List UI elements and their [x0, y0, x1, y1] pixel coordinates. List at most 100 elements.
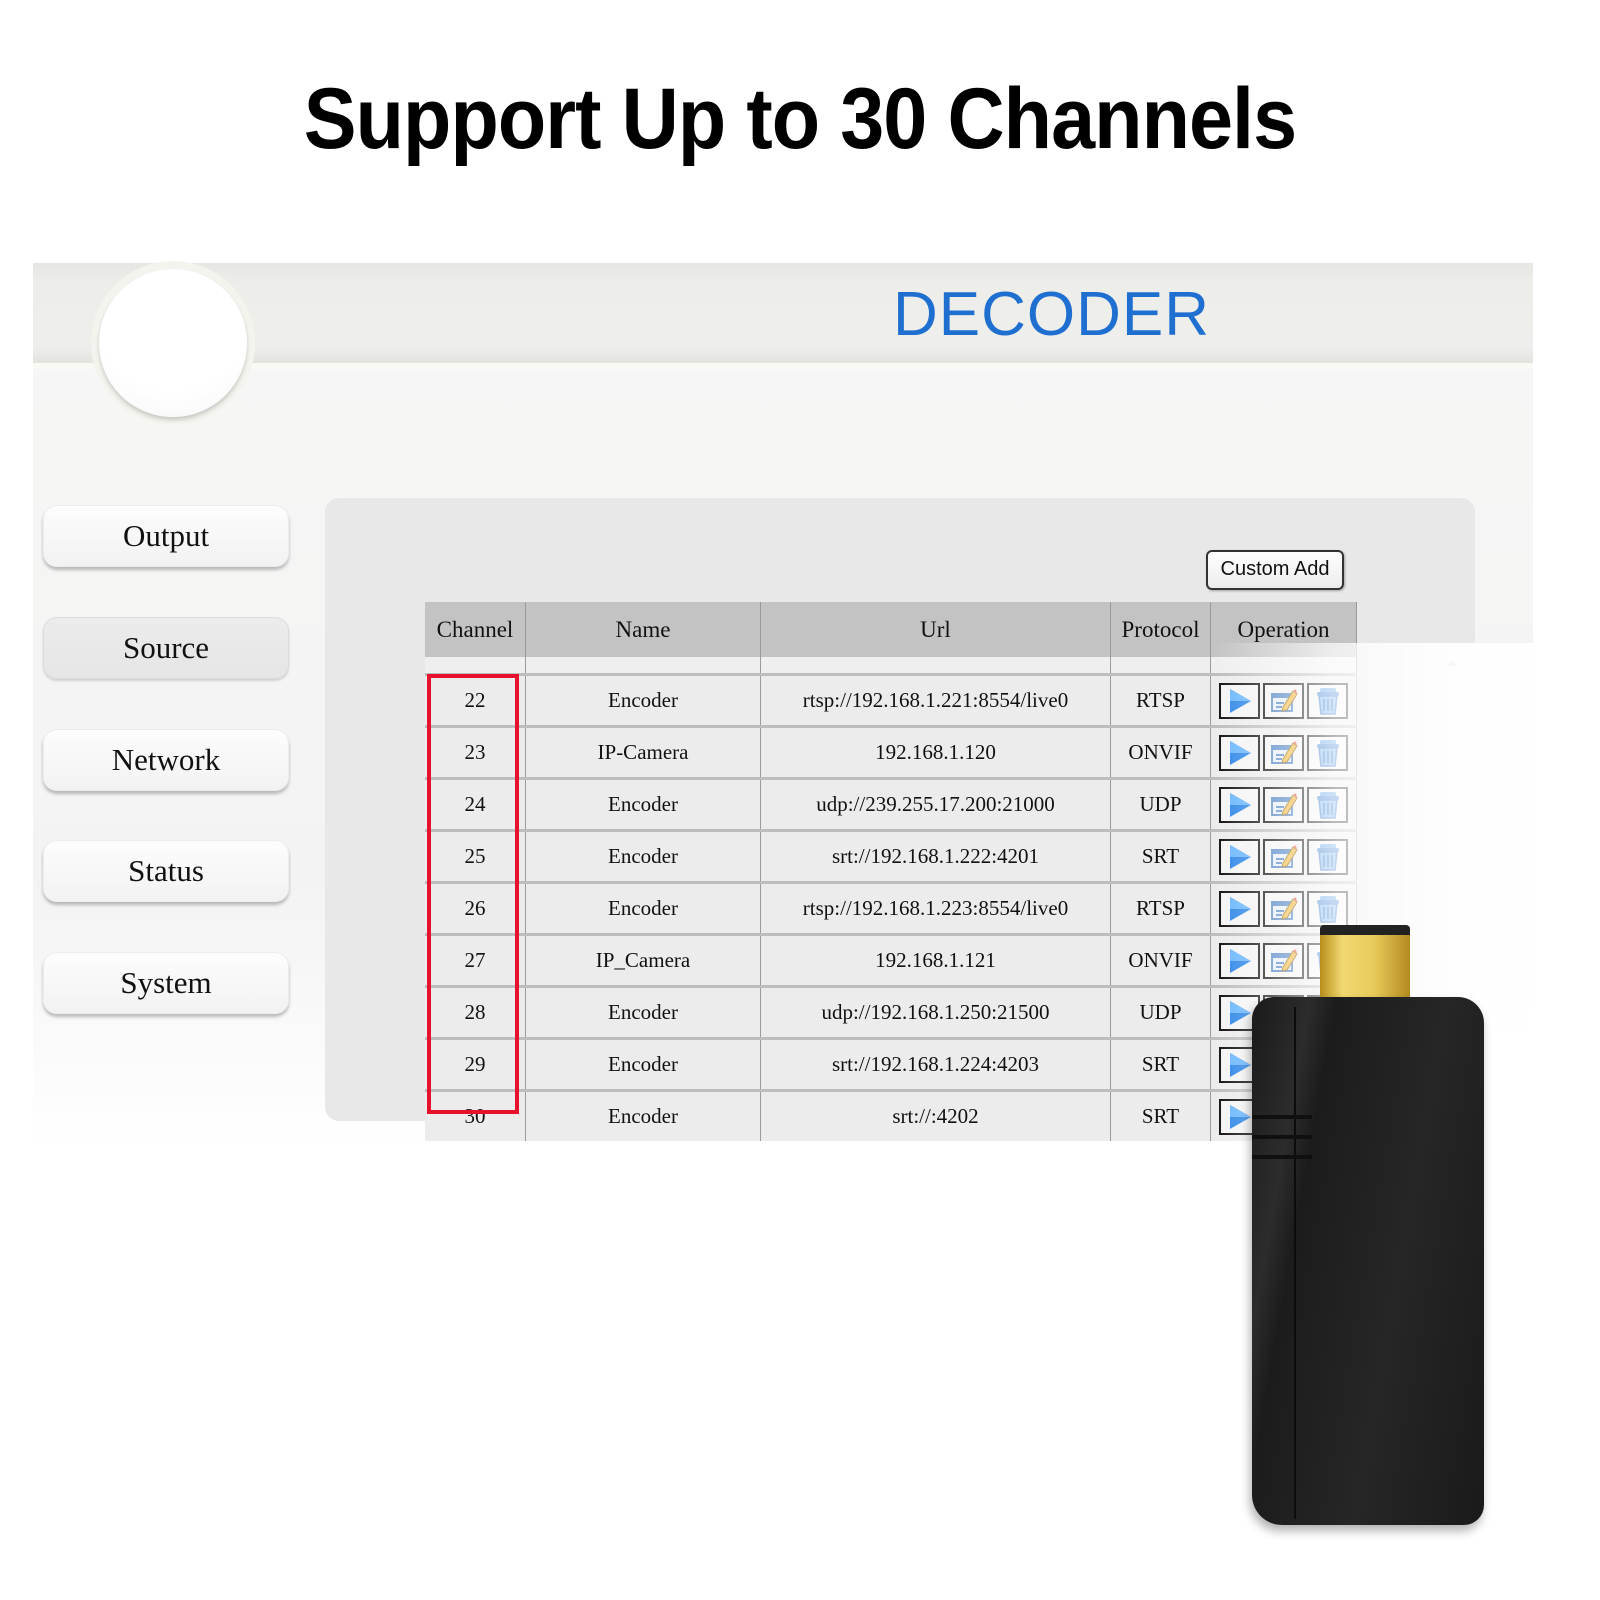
cell-protocol: RTSP — [1110, 673, 1211, 727]
cell-operation — [1210, 673, 1357, 727]
cell-name: Encoder — [525, 829, 761, 883]
column-header-operation: Operation — [1210, 602, 1357, 657]
header-bar: DECODER — [33, 263, 1533, 369]
cell-channel: 22 — [425, 673, 526, 727]
play-button[interactable] — [1219, 682, 1260, 719]
cell-url: srt://192.168.1.224:4203 — [760, 1037, 1111, 1091]
cell-protocol: RTSP — [1110, 881, 1211, 935]
cell-name: Encoder — [525, 1089, 761, 1141]
delete-icon — [1316, 895, 1339, 923]
cell-operation — [1210, 777, 1357, 831]
cell-name: Encoder — [525, 881, 761, 935]
edit-button[interactable] — [1263, 734, 1304, 771]
delete-button[interactable] — [1307, 890, 1348, 927]
delete-icon — [1316, 739, 1339, 767]
table-row-partial — [425, 657, 1357, 675]
play-icon — [1229, 844, 1251, 869]
cell-name: Encoder — [525, 673, 761, 727]
table-row: 30 Encoder srt://:4202 SRT — [425, 1089, 1357, 1141]
delete-button[interactable] — [1307, 682, 1348, 719]
cell-channel: 28 — [425, 985, 526, 1039]
table-row: 25 Encoder srt://192.168.1.222:4201 SRT — [425, 829, 1357, 883]
cell-url: rtsp://192.168.1.221:8554/live0 — [760, 673, 1111, 727]
cell-channel: 23 — [425, 725, 526, 779]
logo-icon — [99, 269, 247, 417]
delete-icon — [1316, 843, 1339, 871]
play-button[interactable] — [1219, 734, 1260, 771]
cell-channel: 24 — [425, 777, 526, 831]
edit-icon — [1270, 688, 1298, 712]
play-icon — [1229, 792, 1251, 817]
cell-channel: 26 — [425, 881, 526, 935]
nav-network-button[interactable]: Network — [43, 729, 289, 791]
play-icon — [1229, 896, 1251, 921]
cell-url: udp://192.168.1.250:21500 — [760, 985, 1111, 1039]
cell-name: IP_Camera — [525, 933, 761, 987]
column-header-protocol: Protocol — [1110, 602, 1211, 657]
cell-url: 192.168.1.120 — [760, 725, 1111, 779]
cell-name: Encoder — [525, 1037, 761, 1091]
column-header-url: Url — [760, 602, 1111, 657]
cell-protocol: UDP — [1110, 777, 1211, 831]
channel-table: Channel Name Url Protocol Operation 22 E… — [425, 602, 1357, 1141]
cell-url: rtsp://192.168.1.223:8554/live0 — [760, 881, 1111, 935]
nav-system-button[interactable]: System — [43, 952, 289, 1014]
custom-add-button[interactable]: Custom Add — [1206, 550, 1344, 590]
edit-button[interactable] — [1263, 786, 1304, 823]
cell-name: Encoder — [525, 985, 761, 1039]
cell-protocol: UDP — [1110, 985, 1211, 1039]
cell-protocol: SRT — [1110, 1037, 1211, 1091]
hdmi-decoder-dongle-image — [1250, 925, 1490, 1525]
cell-url: 192.168.1.121 — [760, 933, 1111, 987]
edit-icon — [1270, 844, 1298, 868]
table-row: 23 IP-Camera 192.168.1.120 ONVIF — [425, 725, 1357, 779]
play-button[interactable] — [1219, 786, 1260, 823]
edit-icon — [1270, 740, 1298, 764]
edit-icon — [1270, 792, 1298, 816]
cell-url: srt://192.168.1.222:4201 — [760, 829, 1111, 883]
delete-button[interactable] — [1307, 838, 1348, 875]
table-row: 24 Encoder udp://239.255.17.200:21000 UD… — [425, 777, 1357, 831]
cell-protocol: ONVIF — [1110, 933, 1211, 987]
play-button[interactable] — [1219, 890, 1260, 927]
table-row: 29 Encoder srt://192.168.1.224:4203 SRT — [425, 1037, 1357, 1091]
delete-icon — [1316, 687, 1339, 715]
edit-button[interactable] — [1263, 682, 1304, 719]
cell-channel: 27 — [425, 933, 526, 987]
scroll-up-arrow-icon[interactable] — [1447, 660, 1457, 666]
play-button[interactable] — [1219, 838, 1260, 875]
cell-channel: 30 — [425, 1089, 526, 1141]
cell-operation — [1210, 725, 1357, 779]
app-title: DECODER — [893, 280, 1211, 349]
cell-protocol: SRT — [1110, 1089, 1211, 1141]
column-header-channel: Channel — [425, 602, 526, 657]
cell-protocol: ONVIF — [1110, 725, 1211, 779]
headline: Support Up to 30 Channels — [303, 71, 1297, 167]
table-row: 27 IP_Camera 192.168.1.121 ONVIF — [425, 933, 1357, 987]
delete-button[interactable] — [1307, 734, 1348, 771]
cell-url: udp://239.255.17.200:21000 — [760, 777, 1111, 831]
delete-icon — [1316, 791, 1339, 819]
dongle-body — [1252, 997, 1484, 1525]
cell-channel: 29 — [425, 1037, 526, 1091]
cell-name: IP-Camera — [525, 725, 761, 779]
edit-button[interactable] — [1263, 890, 1304, 927]
edit-button[interactable] — [1263, 838, 1304, 875]
delete-button[interactable] — [1307, 786, 1348, 823]
table-row: 26 Encoder rtsp://192.168.1.223:8554/liv… — [425, 881, 1357, 935]
cell-name: Encoder — [525, 777, 761, 831]
table-row: 22 Encoder rtsp://192.168.1.221:8554/liv… — [425, 673, 1357, 727]
nav-status-button[interactable]: Status — [43, 840, 289, 902]
column-header-name: Name — [525, 602, 761, 657]
play-icon — [1229, 688, 1251, 713]
nav-output-button[interactable]: Output — [43, 505, 289, 567]
nav-source-button[interactable]: Source — [43, 617, 289, 679]
cell-url: srt://:4202 — [760, 1089, 1111, 1141]
cell-protocol: SRT — [1110, 829, 1211, 883]
cell-channel: 25 — [425, 829, 526, 883]
table-row: 28 Encoder udp://192.168.1.250:21500 UDP — [425, 985, 1357, 1039]
table-header-row: Channel Name Url Protocol Operation — [425, 602, 1357, 657]
cell-operation — [1210, 829, 1357, 883]
edit-icon — [1270, 896, 1298, 920]
play-icon — [1229, 740, 1251, 765]
